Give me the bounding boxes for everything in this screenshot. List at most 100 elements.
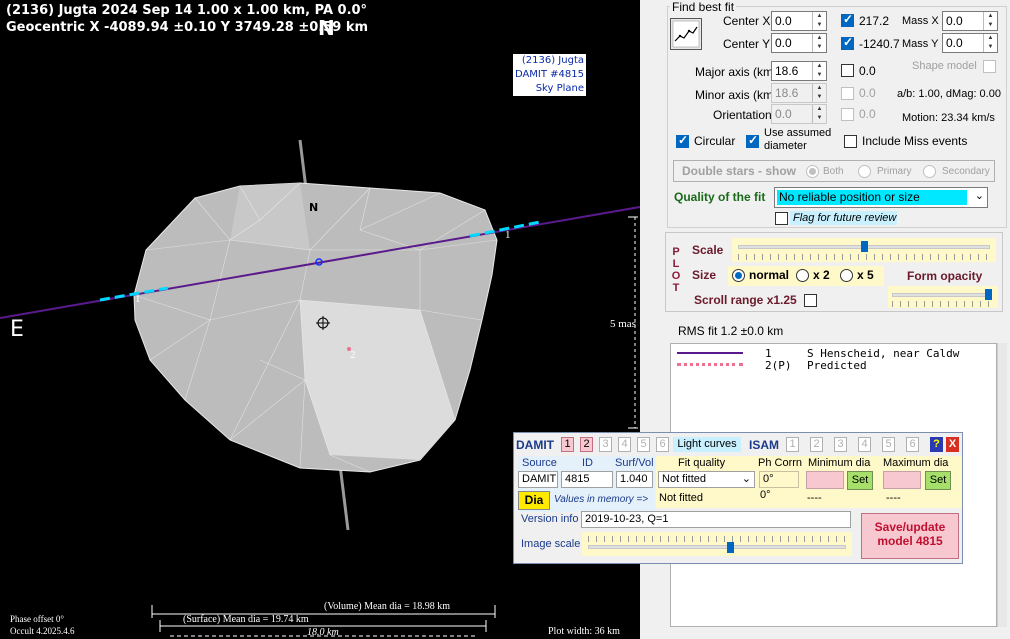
quality-select[interactable]: No reliable position or size ⌄ [774, 187, 988, 208]
light-curves-button[interactable]: Light curves [673, 437, 741, 452]
mass-x-input[interactable]: 0.0 ▲ ▼ [942, 11, 998, 31]
center-x-label: Center X [723, 14, 771, 28]
size-x5-radio[interactable] [840, 269, 853, 282]
form-opacity-thumb[interactable] [985, 289, 992, 300]
plot-title-p: P [672, 246, 680, 258]
size-x5-label: x 5 [857, 268, 874, 282]
plot-title-o: O [671, 270, 681, 282]
scale-label: Scale [692, 243, 724, 257]
isam-model-5[interactable]: 5 [882, 437, 895, 452]
assumed-diameter-checkbox[interactable] [746, 133, 759, 148]
major-axis-checkbox[interactable] [841, 64, 854, 77]
chord-2-label: 2 [350, 349, 356, 361]
minor-axis-label: Minor axis (km) [695, 88, 778, 102]
close-button[interactable]: X [946, 437, 959, 452]
mass-y-value: 0.0 [946, 36, 963, 50]
radio-primary[interactable] [858, 165, 871, 178]
minor-axis-checkbox[interactable] [841, 87, 854, 100]
save-update-button[interactable]: Save/update model 4815 [861, 513, 959, 559]
size-x2-radio[interactable] [796, 269, 809, 282]
quality-value: No reliable position or size [777, 190, 967, 205]
spin-arrows-icon[interactable]: ▲ ▼ [812, 12, 826, 30]
image-scale-slider[interactable] [582, 532, 852, 556]
radio-secondary-label: Secondary [942, 166, 990, 177]
isam-model-4[interactable]: 4 [858, 437, 871, 452]
major-axis-input[interactable]: 18.6 ▲ ▼ [771, 61, 827, 81]
mass-x-label: Mass X [902, 15, 939, 27]
legend-scrollbar[interactable] [997, 343, 1007, 627]
damit-model-2[interactable]: 2 [580, 437, 593, 452]
form-opacity-slider[interactable] [888, 286, 998, 308]
center-x-checkbox[interactable] [841, 12, 854, 27]
scroll-range-checkbox[interactable] [804, 294, 817, 307]
quality-label: Quality of the fit [674, 190, 766, 204]
motion-value: Motion: 23.34 km/s [902, 112, 995, 124]
spin-arrows-icon[interactable]: ▲ ▼ [983, 12, 997, 30]
isam-model-6[interactable]: 6 [906, 437, 919, 452]
mass-y-input[interactable]: 0.0 ▲ ▼ [942, 33, 998, 53]
spin-arrows-icon[interactable]: ▲ ▼ [812, 62, 826, 80]
damit-model-6[interactable]: 6 [656, 437, 669, 452]
scale-slider[interactable] [732, 238, 996, 262]
isam-model-3[interactable]: 3 [834, 437, 847, 452]
plot-title-t: T [672, 282, 680, 294]
isam-model-1[interactable]: 1 [786, 437, 799, 452]
center-x-input[interactable]: 0.0 ▲ ▼ [771, 11, 827, 31]
form-opacity-ticks [892, 301, 992, 307]
damit-model-1[interactable]: 1 [561, 437, 574, 452]
values-in-memory: Values in memory => [554, 494, 649, 505]
radio-both[interactable] [806, 165, 819, 178]
spin-arrows-icon[interactable]: ▲ ▼ [983, 34, 997, 52]
spin-arrows-icon[interactable]: ▲ ▼ [812, 84, 826, 102]
max-dia-input[interactable] [883, 471, 921, 489]
plot-title-line1: (2136) Jugta 2024 Sep 14 1.00 x 1.00 km,… [6, 3, 368, 18]
fit-quality-select[interactable]: Not fitted ⌄ [658, 471, 755, 488]
include-miss-checkbox[interactable] [844, 135, 857, 148]
version-info-value: 2019-10-23, Q=1 [581, 511, 851, 528]
model-label: (2136) Jugta DAMIT #4815 Sky Plane [512, 54, 586, 96]
scroll-range-label: Scroll range x1.25 [694, 293, 797, 307]
min-dia-set-button[interactable]: Set [847, 471, 873, 490]
shape-model-label: Shape model [912, 60, 977, 72]
shape-model-checkbox[interactable] [983, 60, 996, 73]
form-opacity-label: Form opacity [907, 269, 983, 283]
minor-axis-input[interactable]: 18.6 ▲ ▼ [771, 83, 827, 103]
isam-model-2[interactable]: 2 [810, 437, 823, 452]
center-x-value: 0.0 [775, 14, 792, 28]
major-axis-fit: 0.0 [859, 64, 876, 78]
fit-x-value: 217.2 [859, 14, 890, 28]
spin-arrows-icon[interactable]: ▲ ▼ [812, 34, 826, 52]
orientation-checkbox[interactable] [841, 108, 854, 121]
center-y-input[interactable]: 0.0 ▲ ▼ [771, 33, 827, 53]
model-label-name: (2136) Jugta [521, 55, 584, 66]
circular-checkbox[interactable] [676, 133, 689, 148]
find-best-fit-title: Find best fit [670, 0, 737, 14]
radio-secondary[interactable] [923, 165, 936, 178]
phase-offset: Phase offset 0° [10, 614, 64, 624]
plot-title-l: L [672, 258, 680, 270]
plot-vertical-title: P L O T [671, 246, 681, 294]
include-miss-label: Include Miss events [862, 134, 968, 148]
orientation-input[interactable]: 0.0 ▲ ▼ [771, 104, 827, 124]
body-north-label: N [309, 201, 319, 214]
min-dia-header: Minimum dia [808, 457, 871, 469]
min-dia-input[interactable] [806, 471, 844, 489]
max-dia-set-button[interactable]: Set [925, 471, 951, 490]
damit-model-5[interactable]: 5 [637, 437, 650, 452]
major-axis-value: 18.6 [775, 64, 799, 78]
fit-button[interactable] [670, 18, 702, 50]
help-button[interactable]: ? [930, 437, 943, 452]
flag-review-label: Flag for future review [790, 211, 897, 225]
size-x2-label: x 2 [813, 268, 830, 282]
damit-model-3[interactable]: 3 [599, 437, 612, 452]
dia-button[interactable]: Dia [518, 491, 550, 510]
image-scale-thumb[interactable] [726, 542, 734, 553]
size-normal-radio[interactable] [732, 269, 745, 282]
damit-model-4[interactable]: 4 [618, 437, 631, 452]
circular-label: Circular [694, 134, 736, 148]
flag-review-checkbox[interactable] [775, 212, 788, 225]
center-y-checkbox[interactable] [841, 35, 854, 50]
scale-slider-thumb[interactable] [861, 241, 868, 252]
orientation-label: Orientation [713, 108, 772, 122]
spin-arrows-icon[interactable]: ▲ ▼ [812, 105, 826, 123]
